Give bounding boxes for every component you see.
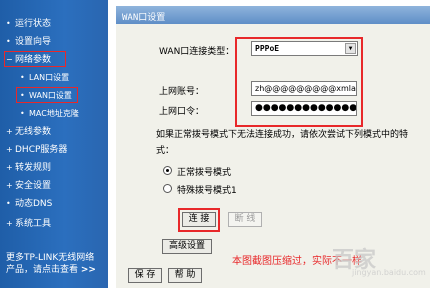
highlight-credentials — [235, 37, 363, 127]
bullet-icon: • — [6, 199, 11, 208]
plus-icon: + — [6, 163, 13, 172]
footer-line-2: 产品，请点击查看 — [6, 265, 79, 275]
sidebar-item-label: 设置向导 — [15, 37, 52, 47]
sidebar-nav: • 运行状态 • 设置向导 − 网络参数 • LAN口设置 • WAN口设置 • MAC地址… — [0, 0, 108, 288]
footer-line-1: 更多TP-LINK无线网络 — [6, 253, 95, 263]
sidebar-item-label: DHCP服务器 — [15, 145, 68, 155]
double-arrow-icon: >> — [80, 265, 96, 275]
sidebar-item-tools[interactable]: + 系统工具 — [6, 218, 51, 230]
sidebar-item-label: 无线参数 — [15, 127, 52, 137]
sidebar-item-label: 系统工具 — [15, 219, 52, 229]
connection-type-label: WAN口连接类型： — [159, 47, 235, 57]
sidebar-item-mac[interactable]: • MAC地址克隆 — [20, 108, 79, 119]
page-title: WAN口设置 — [122, 13, 166, 23]
highlight-wan — [16, 87, 78, 103]
save-button[interactable]: 保 存 — [128, 268, 162, 283]
hint-text: 如果正常拨号模式下无法连接成功，请依次尝试下列模式中的特 — [156, 130, 409, 140]
highlight-connect — [178, 208, 220, 232]
bullet-icon: • — [6, 37, 11, 46]
plus-icon: + — [6, 145, 13, 154]
bullet-icon: • — [20, 73, 25, 82]
sidebar-item-dhcp[interactable]: + DHCP服务器 — [6, 144, 67, 156]
radio-special-dial[interactable] — [163, 184, 172, 193]
advanced-settings-button[interactable]: 高级设置 — [162, 239, 212, 254]
sidebar-item-label: 运行状态 — [15, 19, 52, 29]
sidebar-item-wireless[interactable]: + 无线参数 — [6, 126, 51, 138]
radio-normal-dial[interactable] — [163, 166, 172, 175]
sidebar-item-label: MAC地址克隆 — [29, 109, 79, 118]
plus-icon: + — [6, 181, 13, 190]
bullet-icon: • — [20, 109, 25, 118]
sidebar-item-label: 动态DNS — [15, 199, 53, 209]
account-label: 上网账号： — [159, 87, 205, 97]
mode-normal-label: 正常拨号模式 — [177, 168, 232, 178]
panel-title-bar: WAN口设置 — [116, 6, 430, 24]
sidebar-item-forwarding[interactable]: + 转发规则 — [6, 162, 51, 174]
sidebar-item-lan[interactable]: • LAN口设置 — [20, 72, 69, 83]
sidebar-item-label: 转发规则 — [15, 163, 52, 173]
highlight-network — [4, 51, 66, 67]
mode-special-label: 特殊拨号模式1 — [177, 186, 237, 196]
plus-icon: + — [6, 127, 13, 136]
sidebar-footer-link[interactable]: 更多TP-LINK无线网络 产品，请点击查看 >> — [6, 252, 96, 276]
sidebar-item-label: LAN口设置 — [29, 73, 70, 82]
sidebar-item-wizard[interactable]: • 设置向导 — [6, 36, 51, 48]
sidebar-item-ddns[interactable]: • 动态DNS — [6, 198, 52, 210]
help-button[interactable]: 帮 助 — [168, 268, 202, 283]
hint-text-2: 式： — [156, 146, 175, 156]
sidebar-item-status[interactable]: • 运行状态 — [6, 18, 51, 30]
plus-icon: + — [6, 219, 13, 228]
watermark-url: jingyan.baidu.com — [352, 268, 426, 277]
disconnect-button[interactable]: 断 线 — [228, 212, 262, 227]
bullet-icon: • — [6, 19, 11, 28]
password-label: 上网口令： — [159, 107, 205, 117]
sidebar-item-label: 安全设置 — [15, 181, 52, 191]
sidebar-item-security[interactable]: + 安全设置 — [6, 180, 51, 192]
